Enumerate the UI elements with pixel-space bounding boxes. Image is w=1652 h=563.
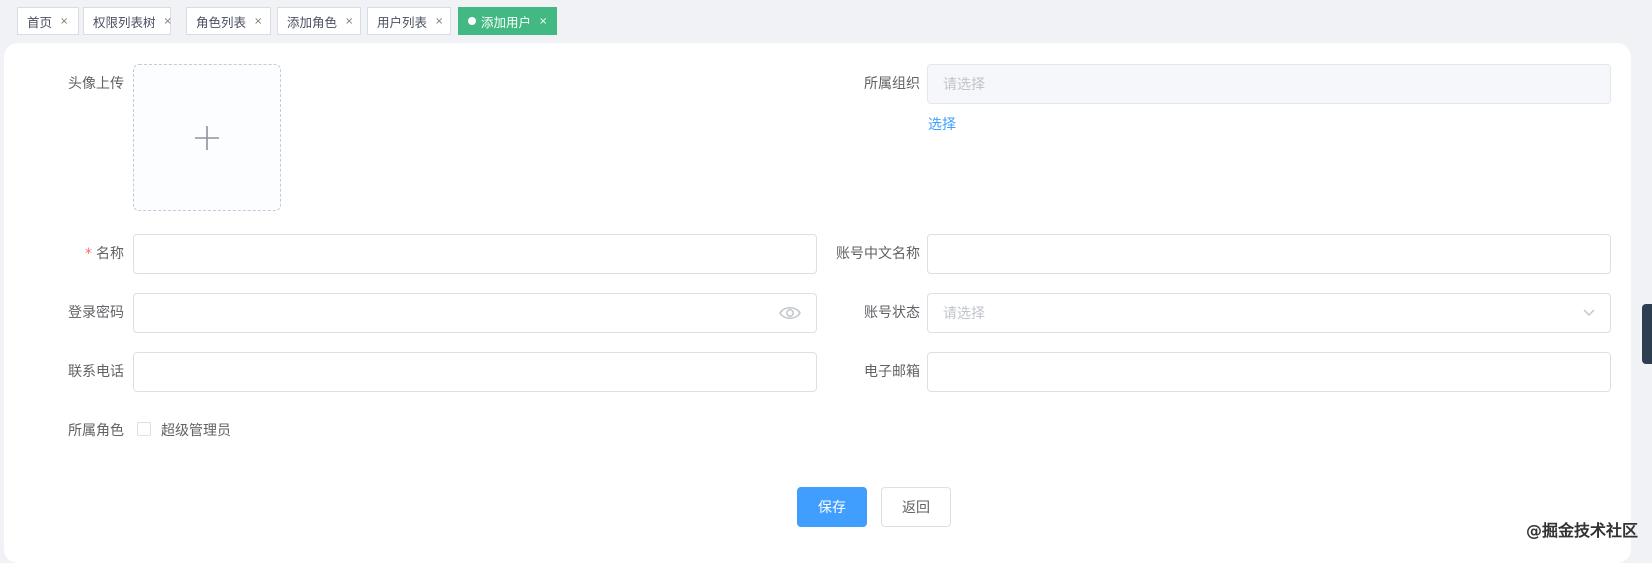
close-icon[interactable]: × [539, 16, 547, 27]
close-icon[interactable]: × [435, 16, 443, 27]
tab-role-list[interactable]: 角色列表 × [186, 7, 271, 35]
role-label: 所属角色 [24, 420, 124, 440]
avatar-uploader[interactable] [133, 64, 281, 211]
phone-input[interactable] [133, 352, 817, 392]
plus-icon [193, 124, 221, 152]
phone-label: 联系电话 [24, 361, 124, 381]
tab-label: 角色列表 [196, 12, 246, 31]
back-button[interactable]: 返回 [881, 487, 951, 527]
close-icon[interactable]: × [60, 16, 68, 27]
save-button[interactable]: 保存 [797, 487, 867, 527]
status-select[interactable]: 请选择 [927, 293, 1611, 333]
password-input[interactable] [133, 293, 817, 333]
org-label: 所属组织 [810, 73, 920, 93]
required-mark: * [85, 246, 92, 262]
name-label: *名称 [24, 243, 124, 263]
chevron-down-icon [1583, 309, 1595, 317]
password-label: 登录密码 [24, 302, 124, 322]
tab-add-role[interactable]: 添加角色 × [277, 7, 361, 35]
active-dot-icon [468, 17, 476, 25]
tab-label: 首页 [27, 12, 52, 31]
name-label-text: 名称 [96, 246, 124, 262]
close-icon[interactable]: × [345, 16, 353, 27]
cn-name-input[interactable] [927, 234, 1611, 274]
cn-name-label: 账号中文名称 [810, 243, 920, 263]
eye-icon[interactable] [779, 305, 801, 321]
tab-label: 添加用户 [481, 12, 531, 31]
org-select-link[interactable]: 选择 [928, 114, 956, 134]
avatar-label: 头像上传 [64, 73, 124, 93]
tab-permission-tree[interactable]: 权限列表树 × [83, 7, 171, 35]
form-card: 头像上传 所属组织 请选择 选择 *名称 账号中文名称 登录密码 账号状态 请选… [4, 43, 1631, 563]
tab-label: 添加角色 [287, 12, 337, 31]
settings-drawer-handle[interactable] [1642, 304, 1652, 364]
email-label: 电子邮箱 [810, 361, 920, 381]
email-input[interactable] [927, 352, 1611, 392]
super-admin-checkbox[interactable] [137, 422, 151, 436]
status-placeholder: 请选择 [943, 303, 985, 323]
org-input[interactable]: 请选择 [927, 64, 1611, 104]
tab-user-list[interactable]: 用户列表 × [367, 7, 451, 35]
tab-home[interactable]: 首页 × [17, 7, 79, 35]
close-icon[interactable]: × [254, 16, 262, 27]
close-icon[interactable]: × [164, 16, 172, 27]
tags-view-bar: 首页 × 权限列表树 × 角色列表 × 添加角色 × 用户列表 × 添加用户 × [0, 0, 1652, 40]
org-placeholder: 请选择 [943, 74, 985, 94]
tab-label: 权限列表树 [93, 12, 156, 31]
tab-add-user[interactable]: 添加用户 × [458, 7, 557, 35]
status-label: 账号状态 [810, 302, 920, 322]
super-admin-option-label[interactable]: 超级管理员 [161, 420, 231, 440]
name-input[interactable] [133, 234, 817, 274]
tab-label: 用户列表 [377, 12, 427, 31]
watermark: @掘金技术社区 [1526, 517, 1638, 541]
